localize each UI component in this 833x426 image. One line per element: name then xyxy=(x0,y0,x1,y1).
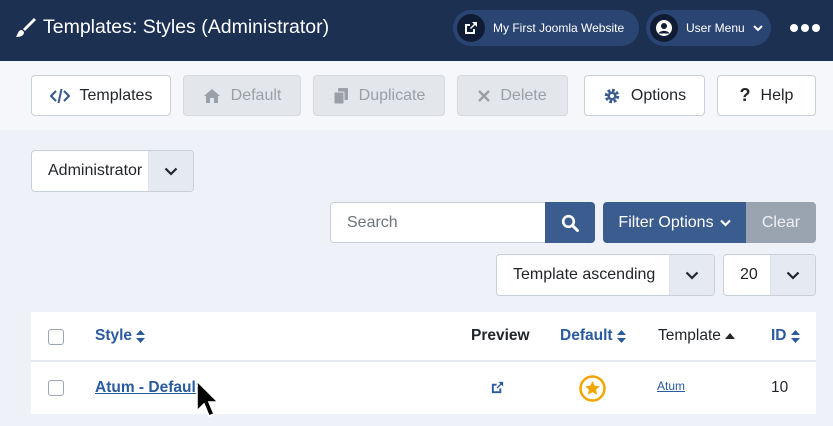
question-icon: ? xyxy=(739,85,751,105)
chevron-down-icon xyxy=(770,255,815,295)
column-template-sort[interactable]: Template xyxy=(658,327,735,345)
external-link-icon[interactable] xyxy=(490,380,505,395)
site-link-button[interactable]: My First Joomla Website xyxy=(453,10,639,46)
user-menu-button[interactable]: User Menu xyxy=(646,10,771,46)
list-limit-value: 20 xyxy=(740,266,758,283)
column-template-label: Template xyxy=(658,327,721,344)
sort-icon xyxy=(790,329,800,343)
sort-icon xyxy=(616,329,626,343)
help-button[interactable]: ? Help xyxy=(717,75,816,116)
style-id: 10 xyxy=(771,379,789,396)
column-style-sort[interactable]: Style xyxy=(95,327,146,345)
more-menu-icon[interactable] xyxy=(790,20,820,36)
duplicate-label: Duplicate xyxy=(358,86,426,104)
sort-icon xyxy=(136,329,146,343)
search-input[interactable]: Search xyxy=(330,202,546,243)
gear-icon xyxy=(604,88,620,103)
sort-ascending-icon xyxy=(724,333,735,339)
style-name-link[interactable]: Atum - Default xyxy=(95,379,201,397)
paintbrush-icon xyxy=(16,18,36,37)
chevron-down-icon xyxy=(669,255,714,295)
chevron-down-icon xyxy=(752,25,763,32)
select-all-checkbox[interactable] xyxy=(48,329,64,345)
template-link[interactable]: Atum xyxy=(657,379,685,393)
external-link-icon xyxy=(457,14,485,42)
ordering-select-value: Template ascending xyxy=(513,266,656,283)
code-icon xyxy=(49,88,70,103)
column-style-label: Style xyxy=(95,327,133,344)
filter-options-button[interactable]: Filter Options xyxy=(603,202,746,243)
clear-label: Clear xyxy=(761,213,801,231)
search-button[interactable] xyxy=(545,202,595,243)
column-default-sort[interactable]: Default xyxy=(560,327,626,345)
copy-icon xyxy=(333,87,348,104)
column-preview: Preview xyxy=(471,327,530,345)
options-button[interactable]: Options xyxy=(584,75,705,116)
close-icon xyxy=(478,89,491,102)
toolbar: Templates Default Duplicate Delete Optio… xyxy=(0,61,833,130)
duplicate-button[interactable]: Duplicate xyxy=(313,75,445,116)
column-preview-label: Preview xyxy=(471,327,530,344)
help-label: Help xyxy=(760,86,794,104)
default-button[interactable]: Default xyxy=(183,75,301,116)
client-select-value: Administrator xyxy=(48,162,143,179)
templates-label: Templates xyxy=(79,86,153,104)
clear-button[interactable]: Clear xyxy=(746,202,816,243)
home-icon xyxy=(203,88,220,103)
page-title: Templates: Styles (Administrator) xyxy=(43,16,330,38)
filter-options-label: Filter Options xyxy=(618,213,714,231)
user-menu-label: User Menu xyxy=(686,21,745,35)
ordering-select[interactable]: Template ascending xyxy=(496,254,715,296)
star-icon[interactable] xyxy=(579,375,606,402)
chevron-down-icon xyxy=(719,219,731,227)
table-row: Atum - Default Atum 10 xyxy=(31,362,816,414)
list-limit-select[interactable]: 20 xyxy=(723,254,816,296)
user-avatar-icon xyxy=(650,14,678,42)
column-id-sort[interactable]: ID xyxy=(771,327,800,345)
column-id-label: ID xyxy=(771,327,787,344)
delete-button[interactable]: Delete xyxy=(457,75,568,116)
delete-label: Delete xyxy=(500,86,547,104)
row-checkbox[interactable] xyxy=(48,380,64,396)
chevron-down-icon xyxy=(148,151,193,191)
client-select[interactable]: Administrator xyxy=(31,150,194,192)
table-header: Style Preview Default Template ID xyxy=(31,312,816,362)
styles-table: Style Preview Default Template ID Atum -… xyxy=(31,312,816,414)
app-header: Templates: Styles (Administrator) My Fir… xyxy=(0,0,833,61)
templates-button[interactable]: Templates xyxy=(31,75,171,116)
search-placeholder: Search xyxy=(347,213,398,231)
default-label: Default xyxy=(230,86,282,104)
mouse-cursor-icon xyxy=(196,379,219,418)
options-label: Options xyxy=(630,86,687,104)
column-default-label: Default xyxy=(560,327,613,344)
site-link-label: My First Joomla Website xyxy=(493,21,625,35)
search-icon xyxy=(561,214,579,232)
